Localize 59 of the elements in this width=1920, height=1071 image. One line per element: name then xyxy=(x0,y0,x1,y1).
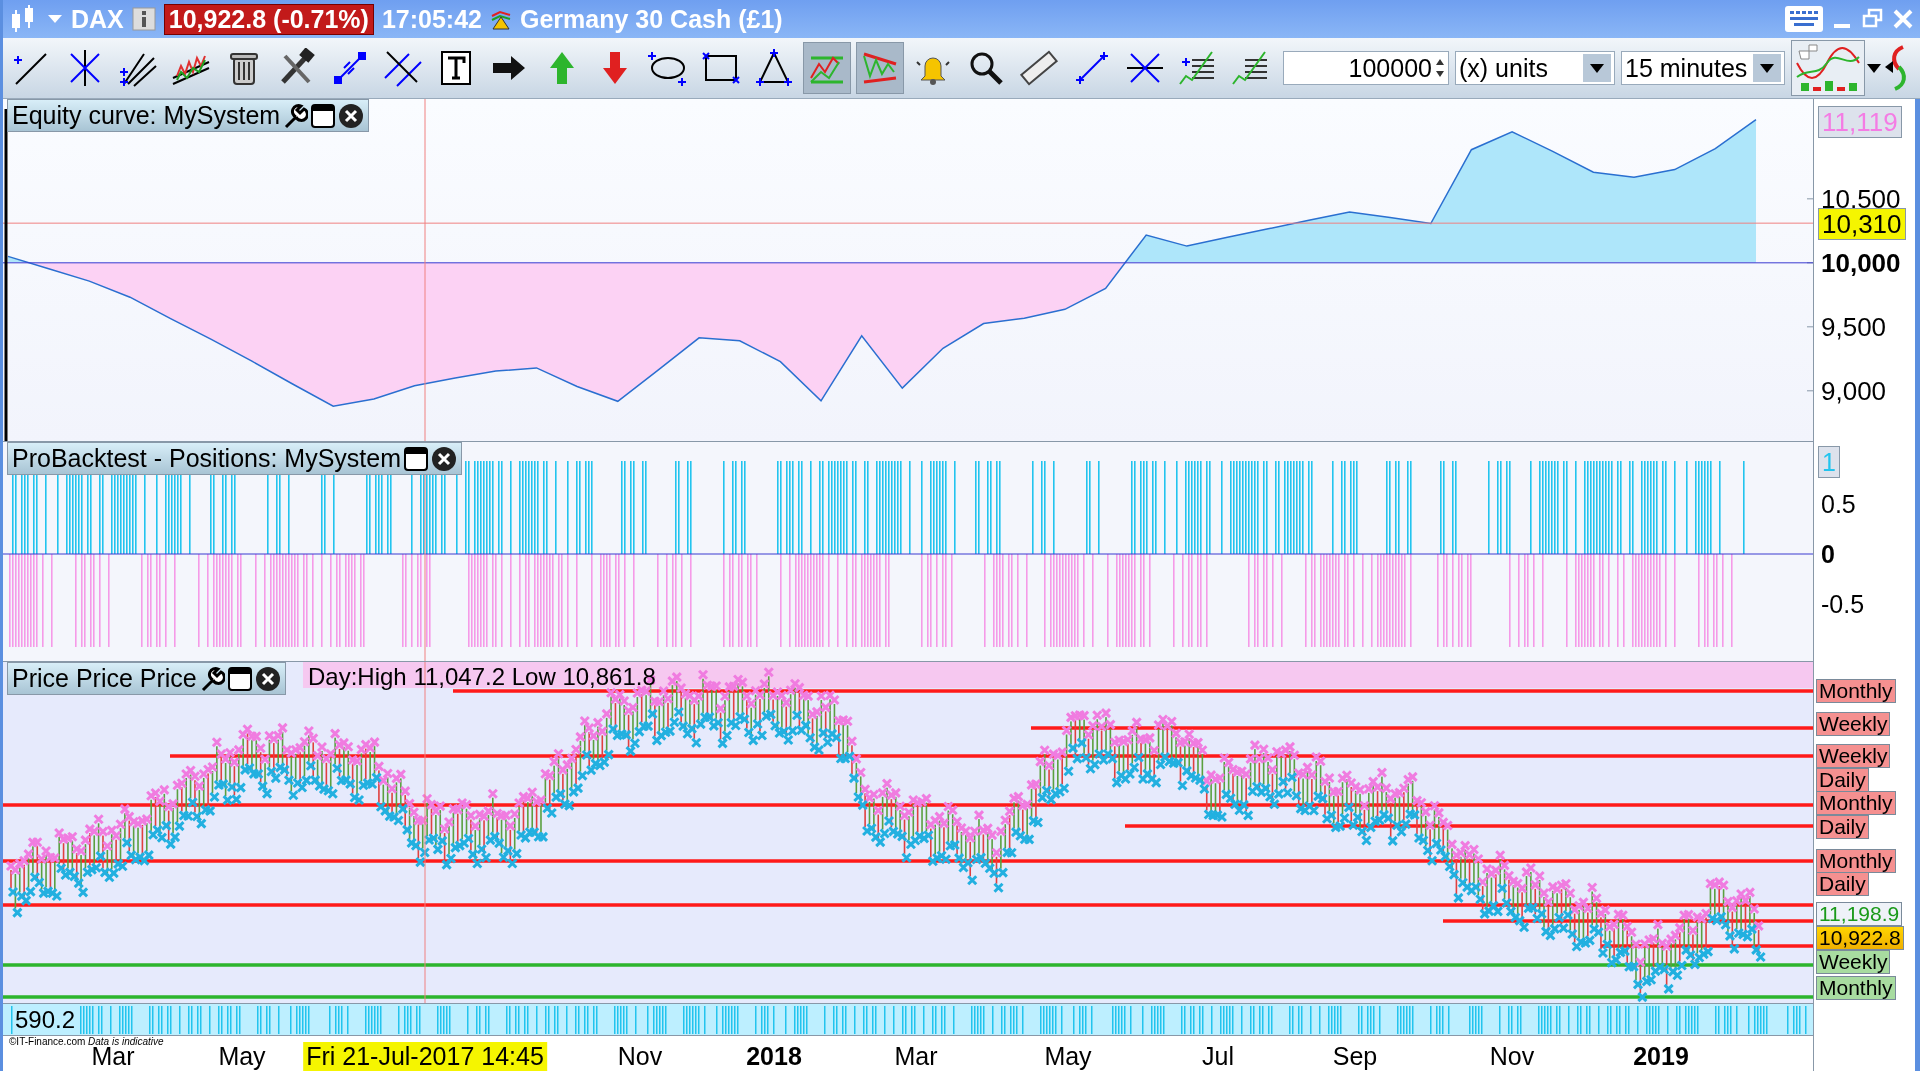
level-tag: Monthly xyxy=(1816,791,1896,815)
date-label: Jul xyxy=(1202,1042,1234,1071)
axis-label: 0 xyxy=(1820,539,1836,569)
date-label: 2018 xyxy=(746,1042,802,1071)
axis-label: 10,310 xyxy=(1818,208,1906,240)
axis-label: 9,000 xyxy=(1820,375,1888,406)
wrench-icon[interactable] xyxy=(282,102,309,129)
quantity-field[interactable]: 100000 xyxy=(1283,51,1449,85)
date-label: Nov xyxy=(1489,1042,1535,1071)
panel-title: ProBacktest - Positions: MySystem xyxy=(12,444,401,473)
channel-button[interactable] xyxy=(855,42,904,94)
parallel-lines-icon xyxy=(382,48,423,88)
units-dropdown[interactable]: (x) units xyxy=(1455,51,1615,85)
date-label: Mar xyxy=(894,1042,938,1071)
indicator-chart-icon xyxy=(1795,43,1861,93)
level-tag: Daily xyxy=(1816,768,1869,792)
level-tag: Monthly xyxy=(1816,849,1896,873)
level-tag: Monthly xyxy=(1816,679,1896,703)
level-tag: Weekly xyxy=(1816,950,1891,974)
level-tag: Monthly xyxy=(1816,976,1896,1000)
axis-label: -0.5 xyxy=(1820,589,1866,619)
indicator-button[interactable] xyxy=(1791,40,1865,96)
price-change: 10,922.8 (-0.71%) xyxy=(163,3,374,35)
axis-label: 0.5 xyxy=(1820,489,1857,519)
axis-label: 11,119 xyxy=(1818,106,1902,138)
close-icon[interactable] xyxy=(431,445,457,472)
axis-label: 10,000 xyxy=(1820,247,1902,278)
window-icon[interactable] xyxy=(310,102,337,129)
close-icon[interactable] xyxy=(254,665,281,692)
axis-label: 1 xyxy=(1818,446,1840,478)
level-tag: 10,922.8 xyxy=(1816,926,1904,950)
axis-label: 9,500 xyxy=(1820,311,1888,342)
level-tag: Weekly xyxy=(1816,712,1891,736)
date-label: Fri 21-Jul-2017 14:45 xyxy=(303,1042,547,1071)
keyboard-icon[interactable] xyxy=(1784,5,1824,33)
panel-title: Price Price Price xyxy=(12,664,197,693)
panel-title: Equity curve: MySystem xyxy=(12,101,281,130)
info-icon[interactable] xyxy=(131,7,156,31)
dropdown-icon xyxy=(1583,54,1611,82)
level-tag: 11,198.9 xyxy=(1816,902,1903,926)
day-range: Day:High 11,047.2 Low 10,861.8 xyxy=(308,663,656,691)
date-label: Sep xyxy=(1332,1042,1378,1071)
window-icon[interactable] xyxy=(403,445,429,472)
warning-icon xyxy=(490,8,512,30)
date-label: May xyxy=(218,1042,266,1071)
level-tag: Daily xyxy=(1816,872,1869,896)
triangle-icon xyxy=(753,48,794,88)
level-tag: Weekly xyxy=(1816,744,1891,768)
caret-icon[interactable] xyxy=(1865,61,1883,75)
date-label: 2019 xyxy=(1633,1042,1689,1071)
timeframe-dropdown[interactable]: 15 minutes xyxy=(1621,51,1785,85)
window-icon[interactable] xyxy=(226,665,253,692)
level-tag: Daily xyxy=(1816,815,1869,839)
date-label: May xyxy=(1044,1042,1092,1071)
clock-time: 17:05:42 xyxy=(381,4,482,34)
market-name: Germany 30 Cash (£1) xyxy=(520,4,783,34)
dropdown-icon xyxy=(1753,54,1781,82)
date-label: Nov xyxy=(617,1042,663,1071)
close-icon[interactable] xyxy=(338,102,365,129)
